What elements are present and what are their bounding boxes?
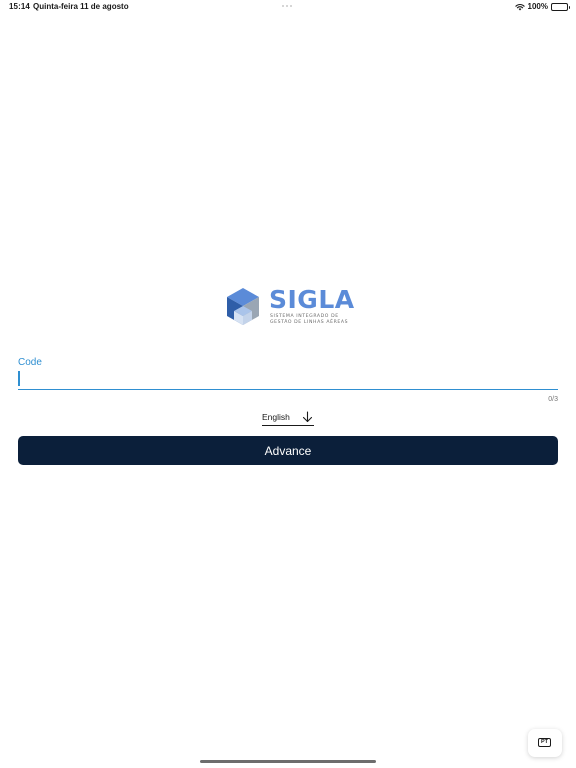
status-date: Quinta-feira 11 de agosto xyxy=(33,2,129,11)
advance-button[interactable]: Advance xyxy=(18,436,558,465)
logo-tagline: SISTEMA INTEGRADO DE GESTÃO DE LINHAS AÉ… xyxy=(270,314,348,326)
language-selected-value: English xyxy=(262,412,290,422)
portuguese-language-button[interactable]: PT xyxy=(528,729,562,757)
code-input[interactable] xyxy=(18,368,558,390)
arrow-down-icon xyxy=(302,411,313,423)
screen: 15:14 Quinta-feira 11 de agosto 100% SIG… xyxy=(0,0,576,768)
status-bar: 15:14 Quinta-feira 11 de agosto 100% xyxy=(0,0,576,14)
status-time: 15:14 xyxy=(9,2,30,11)
logo-tagline-line2: GESTÃO DE LINHAS AÉREAS xyxy=(270,320,349,325)
multitasking-dots-icon[interactable] xyxy=(282,5,294,8)
home-indicator[interactable] xyxy=(200,760,376,763)
logo-wordmark: SIGLA xyxy=(269,285,355,314)
battery-percentage: 100% xyxy=(527,2,548,11)
character-counter: 0/3 xyxy=(548,396,558,403)
sigla-logo: SIGLA SISTEMA INTEGRADO DE GESTÃO DE LIN… xyxy=(225,285,354,327)
wifi-icon xyxy=(514,3,525,11)
pt-badge-icon: PT xyxy=(538,738,551,747)
language-select[interactable]: English xyxy=(262,410,314,426)
status-right: 100% xyxy=(514,0,570,14)
battery-icon xyxy=(551,3,570,11)
code-label: Code xyxy=(18,357,42,368)
text-caret xyxy=(18,371,20,386)
sigla-logo-mark-icon xyxy=(227,288,259,325)
